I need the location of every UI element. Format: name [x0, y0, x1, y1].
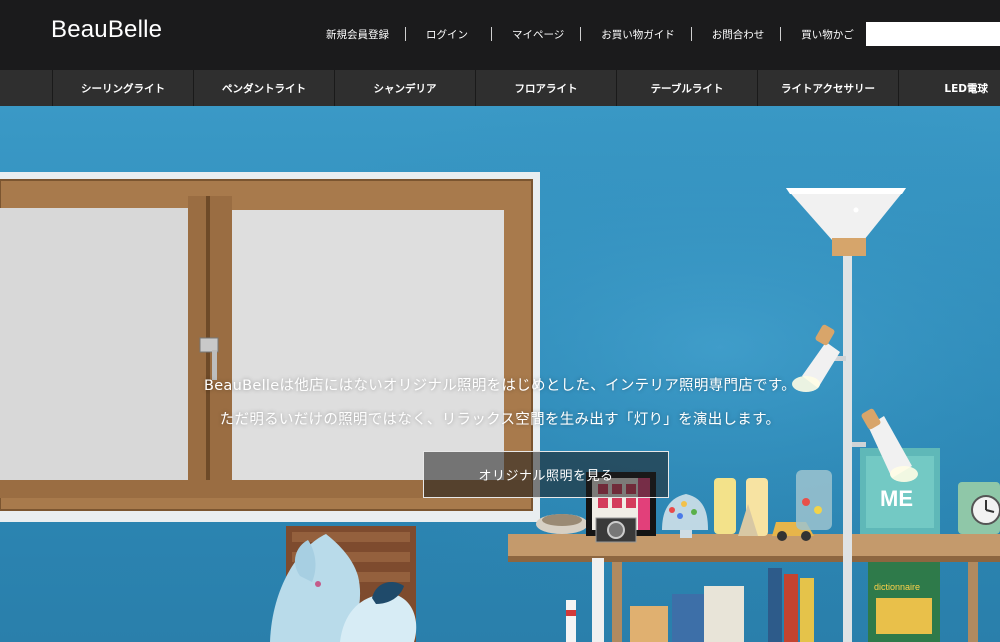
contact-link[interactable]: お問合わせ: [712, 27, 765, 42]
hero-tagline-line1: BeauBelleは他店にはないオリジナル照明をはじめとした、インテリア照明専門…: [203, 378, 797, 394]
book-cover-title: dictionnaire: [874, 582, 920, 592]
nav-floor-light[interactable]: フロアライト: [475, 70, 616, 106]
original-lighting-button[interactable]: オリジナル照明を見る: [423, 451, 669, 498]
separator: [690, 27, 692, 41]
cart-link[interactable]: 買い物かご: [801, 27, 854, 42]
nav-led-bulb[interactable]: LED電球: [898, 70, 1000, 106]
category-nav: シーリングライト ペンダントライト シャンデリア フロアライト テーブルライト …: [0, 70, 1000, 106]
nav-chandelier[interactable]: シャンデリア: [334, 70, 475, 106]
site-logo[interactable]: BeauBelle: [51, 16, 162, 44]
separator: [405, 27, 406, 41]
separator: [580, 27, 582, 41]
separator: [780, 27, 782, 41]
nav-light-accessory[interactable]: ライトアクセサリー: [757, 70, 898, 106]
mypage-link[interactable]: マイページ: [512, 27, 564, 42]
site-header: BeauBelle 新規会員登録 ログイン マイページ お買い物ガイド お問合わ…: [0, 0, 1000, 70]
poster-text: ME: [880, 486, 913, 511]
hero-tagline-line2: ただ明るいだけの照明ではなく、リラックス空間を生み出す「灯り」を演出します。: [219, 412, 781, 428]
nav-table-light[interactable]: テーブルライト: [616, 70, 757, 106]
register-link[interactable]: 新規会員登録: [326, 27, 389, 42]
separator: [491, 27, 492, 41]
nav-pendant-light[interactable]: ペンダントライト: [193, 70, 334, 106]
login-link[interactable]: ログイン: [426, 27, 468, 42]
nav-ceiling-light[interactable]: シーリングライト: [52, 70, 193, 106]
shopping-guide-link[interactable]: お買い物ガイド: [601, 27, 675, 42]
hero-banner: dictionnaire ME BeauBelleは他店にはないオリジナル照明を…: [0, 106, 1000, 642]
search-input[interactable]: [866, 22, 1000, 46]
header-links: 新規会員登録 ログイン マイページ お買い物ガイド お問合わせ 買い物かご: [326, 26, 854, 42]
